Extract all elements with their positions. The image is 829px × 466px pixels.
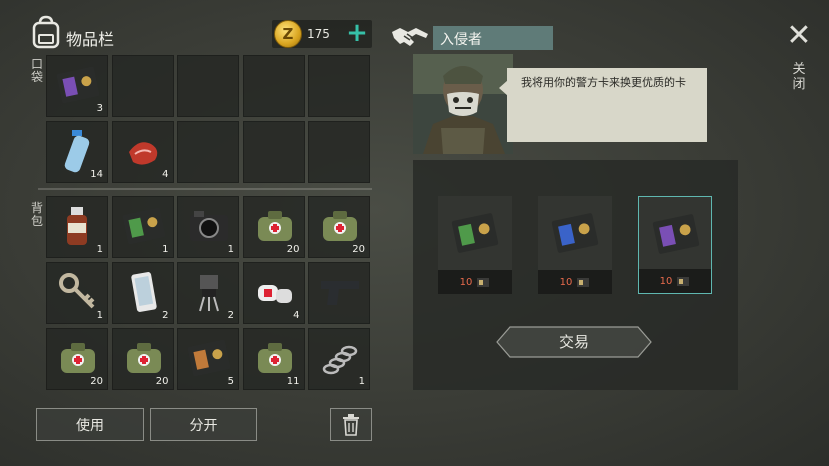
trade-offer-police-card-blue[interactable]: 10 [538, 196, 612, 294]
spring-icon [322, 345, 358, 375]
medkit-bag-icon [257, 211, 292, 241]
add-coins-button[interactable]: + [345, 20, 369, 48]
empty-slot[interactable] [177, 55, 239, 117]
coin-icon: Z [274, 20, 302, 48]
water-bottle-icon [64, 130, 90, 173]
police-card-blue-icon [551, 213, 599, 253]
item-count: 20 [155, 376, 169, 387]
inventory-slot[interactable] [308, 262, 370, 324]
inventory-slot[interactable]: 2 [177, 262, 239, 324]
price-value: 10 [659, 275, 673, 287]
item-count: 1 [358, 376, 365, 387]
price-value: 10 [459, 276, 473, 288]
police-card-purple-icon [56, 66, 100, 104]
handshake-icon [392, 28, 428, 46]
empty-slot[interactable] [308, 121, 370, 183]
empty-slot[interactable] [177, 121, 239, 183]
inventory-title: 物品栏 [66, 30, 115, 49]
price-card-icon [477, 278, 490, 287]
police-card-green-icon [451, 213, 499, 253]
police-card-green-icon [122, 207, 165, 245]
raw-meat-icon [128, 142, 157, 165]
inventory-slot[interactable]: 11 [242, 328, 305, 390]
item-count: 2 [162, 310, 169, 321]
trade-offer-police-card-purple[interactable]: 10 [638, 196, 712, 294]
medkit-bag-icon [126, 343, 161, 373]
price-value: 10 [559, 276, 573, 288]
item-count: 1 [227, 244, 234, 255]
use-button[interactable]: 使用 [36, 408, 144, 441]
item-count: 3 [96, 103, 103, 114]
offer-price: 10 [438, 270, 512, 294]
trash-icon [343, 413, 359, 436]
trade-button-label: 交易 [559, 333, 589, 351]
inventory-slot[interactable]: 4 [111, 121, 174, 183]
offer-price: 10 [538, 270, 612, 294]
close-button[interactable]: ✕ [785, 21, 813, 51]
item-count: 4 [162, 169, 169, 180]
inventory-slot[interactable]: 1 [111, 196, 174, 258]
inventory-slot[interactable]: 3 [46, 55, 108, 117]
police-card-orange-icon [187, 339, 231, 377]
medkit-bag-icon [61, 343, 95, 373]
inventory-slot[interactable]: 20 [242, 196, 305, 258]
item-count: 1 [96, 310, 103, 321]
inventory-slot[interactable]: 20 [308, 196, 370, 258]
backpack-label: 背包 [30, 201, 43, 228]
trade-button[interactable]: 交易 [496, 326, 652, 358]
key-icon [59, 273, 95, 309]
empty-slot[interactable] [111, 55, 174, 117]
inventory-slot[interactable]: 20 [46, 328, 108, 390]
camera-icon [190, 211, 228, 241]
backpack-icon [32, 15, 60, 49]
inventory-slot[interactable]: 1 [46, 196, 108, 258]
item-count: 11 [286, 376, 300, 387]
police-card-purple-icon [652, 214, 700, 254]
item-count: 20 [286, 244, 300, 255]
empty-slot[interactable] [308, 55, 370, 117]
trader-portrait [413, 54, 513, 154]
close-label: 关闭 [792, 62, 806, 92]
inventory-slot[interactable]: 1 [177, 196, 239, 258]
trader-message: 我将用你的警方卡来换更优质的卡 [507, 68, 707, 142]
inventory-slot[interactable]: 20 [111, 328, 174, 390]
medkit-bag-icon [323, 211, 357, 241]
price-card-icon [577, 278, 590, 287]
empty-slot[interactable] [242, 55, 305, 117]
trader-name: 入侵者 [440, 32, 482, 48]
offer-price: 10 [639, 269, 711, 293]
item-count: 4 [293, 310, 300, 321]
coin-amount: 175 [307, 27, 330, 41]
item-count: 20 [90, 376, 103, 387]
item-count: 14 [90, 169, 103, 180]
smartphone-icon [130, 272, 157, 312]
inventory-slot[interactable]: 1 [308, 328, 370, 390]
price-card-icon [677, 277, 690, 286]
split-button[interactable]: 分开 [150, 408, 257, 441]
transistor-icon [199, 275, 219, 312]
item-count: 2 [227, 310, 234, 321]
inventory-slot[interactable]: 14 [46, 121, 108, 183]
medicine-bottle-icon [67, 207, 87, 245]
item-count: 5 [227, 376, 234, 387]
trash-button[interactable] [330, 408, 372, 441]
bandage-icon [257, 285, 292, 303]
empty-slot[interactable] [242, 121, 305, 183]
pistol-icon [321, 281, 359, 305]
inventory-slot[interactable]: 5 [177, 328, 239, 390]
inventory-slot[interactable]: 2 [111, 262, 174, 324]
item-count: 1 [162, 244, 169, 255]
inventory-slot[interactable]: 4 [242, 262, 305, 324]
item-count: 20 [352, 244, 365, 255]
pocket-label: 口袋 [30, 57, 43, 84]
medkit-bag-icon [257, 343, 292, 373]
trade-offer-police-card-green[interactable]: 10 [438, 196, 512, 294]
item-count: 1 [96, 244, 103, 255]
section-divider [38, 188, 372, 190]
inventory-slot[interactable]: 1 [46, 262, 108, 324]
